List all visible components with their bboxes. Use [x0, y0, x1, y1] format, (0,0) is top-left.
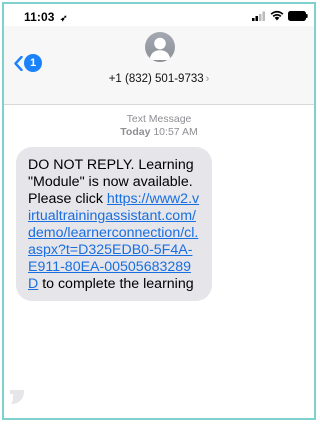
wifi-icon — [270, 10, 284, 21]
person-silhouette-icon — [149, 37, 171, 60]
back-button[interactable]: 1 — [14, 54, 42, 72]
contact-info-button[interactable]: +1 (832) 501-9733 › — [4, 73, 314, 85]
unread-badge: 1 — [24, 54, 42, 72]
battery-icon — [288, 10, 308, 21]
status-time-text: 11:03 — [24, 10, 55, 24]
status-indicators — [252, 10, 308, 21]
message-meta: Text Message Today 10:57 AM — [4, 113, 314, 139]
contact-avatar[interactable] — [145, 32, 175, 62]
message-day: Today — [120, 126, 151, 138]
received-message-bubble: DO NOT REPLY. Learning "Module" is now a… — [16, 147, 212, 301]
location-arrow-icon: ➶ — [59, 13, 68, 23]
message-time: 10:57 AM — [153, 126, 198, 138]
chevron-right-icon: › — [205, 73, 210, 85]
phone-frame: 11:03 ➶ 1 +1 (832) 501-9733 › Text Messa… — [2, 2, 316, 420]
message-text-end: to complete the learning — [38, 276, 194, 292]
status-bar: 11:03 ➶ — [4, 4, 314, 26]
message-type-label: Text Message — [126, 113, 192, 125]
conversation-header: 1 +1 (832) 501-9733 › — [4, 26, 314, 105]
status-time: 11:03 ➶ — [24, 10, 68, 24]
chevron-left-icon — [14, 55, 23, 71]
cellular-signal-icon — [252, 11, 265, 21]
contact-number: +1 (832) 501-9733 — [108, 73, 204, 85]
bubble-tail-mask — [4, 394, 13, 408]
